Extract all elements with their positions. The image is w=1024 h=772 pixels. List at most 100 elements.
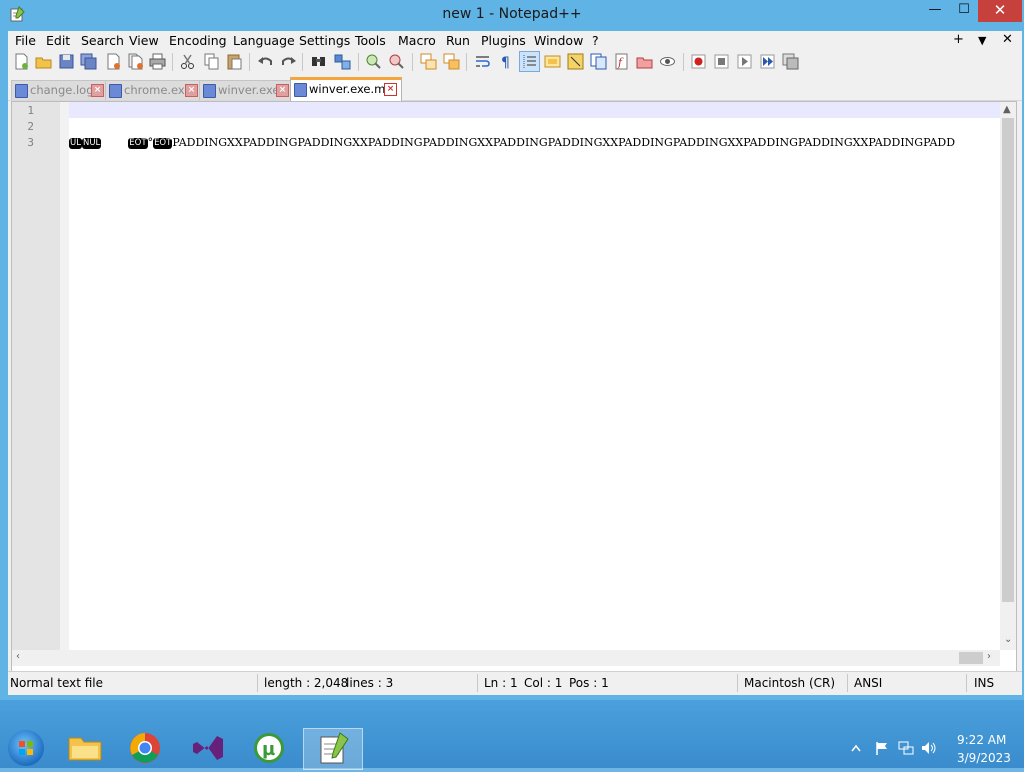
status-insert-mode[interactable]: INS — [974, 676, 994, 690]
save-icon[interactable] — [58, 53, 75, 70]
status-file-type: Normal text file — [10, 676, 104, 690]
menu-macro[interactable]: Macro — [398, 33, 436, 48]
tab-winver-exe-mui[interactable]: winver.exe.mui × — [290, 77, 402, 103]
print-icon[interactable] — [149, 53, 166, 70]
start-button[interactable] — [8, 730, 44, 766]
status-encoding[interactable]: ANSI — [854, 676, 882, 690]
indent-guide-icon[interactable] — [519, 51, 540, 72]
tab-close-icon[interactable]: × — [91, 84, 104, 97]
close-window-button[interactable]: ✕ — [978, 0, 1022, 22]
tab-change-log[interactable]: change.log × — [11, 80, 107, 100]
taskbar-utorrent[interactable]: µ — [240, 728, 298, 768]
action-center-flag-icon[interactable] — [874, 740, 890, 756]
tab-close-icon[interactable]: × — [276, 84, 289, 97]
vertical-scroll-thumb[interactable] — [1002, 118, 1014, 602]
status-position: Pos : 1 — [569, 676, 609, 690]
clock-time[interactable]: 9:22 AM — [957, 733, 1006, 747]
maximize-button[interactable]: ☐ — [950, 0, 978, 22]
line-number-gutter: 1 2 3 — [12, 102, 60, 650]
vertical-scrollbar[interactable]: ▲ ⌄ — [1000, 102, 1016, 650]
menu-view[interactable]: View — [129, 33, 159, 48]
menu-tools[interactable]: Tools — [355, 33, 386, 48]
status-separator — [966, 674, 967, 692]
scroll-up-arrow-icon[interactable]: ▲ — [1003, 104, 1011, 115]
menu-edit[interactable]: Edit — [46, 33, 70, 48]
run-macro-multiple-icon[interactable] — [759, 53, 776, 70]
stop-macro-icon[interactable] — [713, 53, 730, 70]
taskbar-notepad-plus-plus[interactable] — [303, 728, 363, 770]
paste-icon[interactable] — [226, 53, 243, 70]
redo-icon[interactable] — [280, 53, 297, 70]
show-all-chars-icon[interactable]: ¶ — [497, 53, 514, 70]
monitoring-icon[interactable] — [636, 53, 653, 70]
windows-logo-icon — [19, 741, 33, 755]
toolbar-separator — [358, 53, 359, 71]
save-all-icon[interactable] — [80, 53, 97, 70]
status-eol-format[interactable]: Macintosh (CR) — [744, 676, 835, 690]
volume-icon[interactable] — [920, 740, 938, 756]
close-icon[interactable] — [105, 53, 122, 70]
control-char: EOT — [128, 138, 148, 149]
show-hidden-icons-icon[interactable] — [851, 744, 861, 752]
doc-map-icon[interactable] — [567, 53, 584, 70]
menu-plugins[interactable]: Plugins — [481, 33, 526, 48]
play-macro-icon[interactable] — [736, 53, 753, 70]
taskbar-visual-studio[interactable] — [178, 728, 236, 768]
save-macro-icon[interactable] — [782, 53, 799, 70]
function-list-icon[interactable] — [590, 53, 607, 70]
editor-line-3[interactable]: UL NUL EOT°EOTPADDINGXXPADDINGPADDINGXXPAD… — [69, 136, 1000, 152]
menu-help[interactable]: ? — [592, 33, 599, 48]
horizontal-scrollbar[interactable]: ‹ › — [12, 650, 1000, 666]
menu-encoding[interactable]: Encoding — [169, 33, 227, 48]
utorrent-icon: µ — [254, 733, 284, 763]
close-all-icon[interactable] — [127, 53, 144, 70]
clock-date[interactable]: 3/9/2023 — [957, 751, 1011, 765]
undo-icon[interactable] — [257, 53, 274, 70]
record-macro-icon[interactable] — [690, 53, 707, 70]
tab-list-dropdown[interactable]: ▼ — [978, 34, 986, 47]
scroll-right-arrow-icon[interactable]: › — [987, 651, 991, 662]
taskbar-file-explorer[interactable] — [56, 728, 114, 768]
find-icon[interactable] — [310, 53, 327, 70]
lang-icon[interactable] — [544, 53, 561, 70]
horizontal-scroll-thumb[interactable] — [959, 652, 983, 664]
network-icon[interactable] — [898, 740, 914, 756]
sync-horizontal-icon[interactable] — [443, 53, 460, 70]
file-explorer-icon — [68, 737, 102, 761]
tab-close-icon[interactable]: × — [185, 84, 198, 97]
menu-settings[interactable]: Settings — [299, 33, 350, 48]
menu-run[interactable]: Run — [446, 33, 470, 48]
tab-chrome-exe[interactable]: chrome.exe × — [105, 80, 201, 100]
menu-search[interactable]: Search — [81, 33, 124, 48]
editor-area[interactable]: 1 2 3 UL NUL EOT°EOTPADDINGXXPADDINGPADDIN… — [11, 101, 1017, 677]
toolbar-separator — [172, 53, 173, 71]
open-file-icon[interactable] — [35, 53, 52, 70]
word-wrap-icon[interactable] — [474, 53, 491, 70]
taskbar-chrome[interactable] — [116, 728, 174, 768]
tab-label: winver.exe — [218, 83, 280, 97]
folder-as-workspace-icon[interactable]: f — [613, 53, 630, 70]
client-area: File Edit Search View Encoding Language … — [8, 31, 1022, 695]
eye-icon[interactable] — [659, 53, 676, 70]
sync-vertical-icon[interactable] — [420, 53, 437, 70]
replace-icon[interactable] — [334, 53, 351, 70]
close-document-button[interactable]: ✕ — [1002, 32, 1013, 47]
menu-file[interactable]: File — [15, 33, 36, 48]
tab-label: winver.exe.mui — [309, 82, 396, 96]
menu-language[interactable]: Language — [233, 33, 295, 48]
tab-winver-exe[interactable]: winver.exe × — [199, 80, 292, 100]
tab-close-icon[interactable]: × — [384, 83, 397, 96]
zoom-out-icon[interactable] — [388, 53, 405, 70]
cut-icon[interactable] — [179, 53, 196, 70]
scroll-down-arrow-icon[interactable]: ⌄ — [1004, 634, 1012, 645]
status-separator — [847, 674, 848, 692]
status-column: Col : 1 — [524, 676, 563, 690]
zoom-in-icon[interactable] — [365, 53, 382, 70]
fold-margin[interactable] — [60, 102, 69, 650]
new-tab-button[interactable]: + — [953, 32, 964, 47]
menu-window[interactable]: Window — [534, 33, 583, 48]
minimize-button[interactable]: — — [918, 0, 952, 22]
scroll-left-arrow-icon[interactable]: ‹ — [16, 651, 20, 662]
new-file-icon[interactable] — [13, 53, 30, 70]
copy-icon[interactable] — [203, 53, 220, 70]
